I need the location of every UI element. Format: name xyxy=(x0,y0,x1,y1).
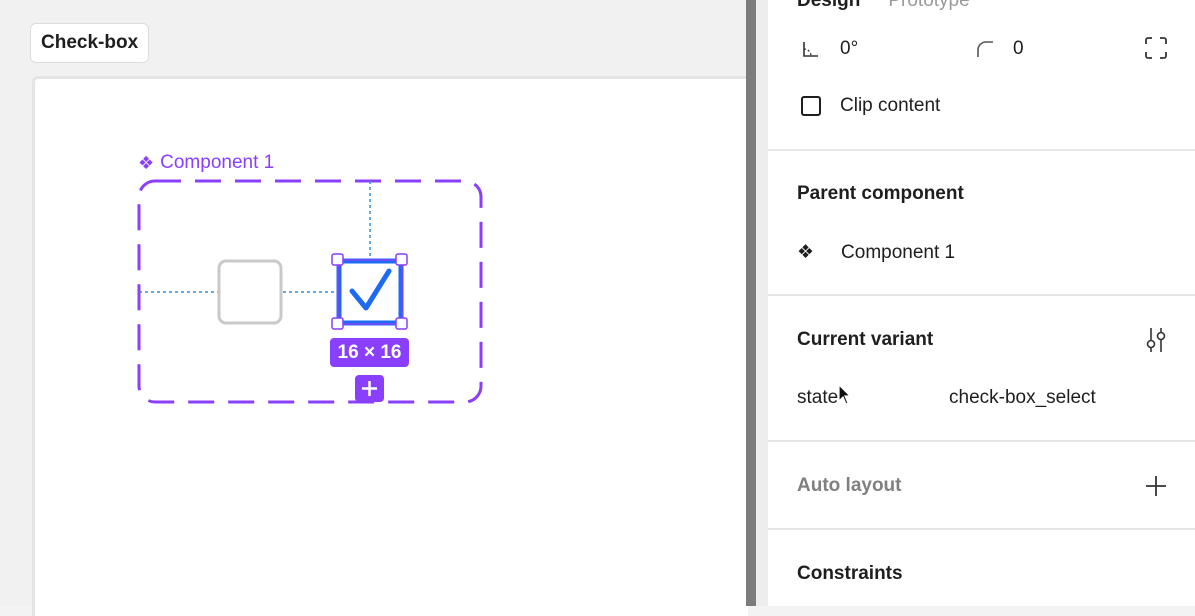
independent-corners-button[interactable] xyxy=(1145,37,1167,59)
variant-property-dropdown[interactable]: check-box_select xyxy=(949,387,1096,409)
corner-radius-icon xyxy=(977,41,993,57)
parent-component-name: Component 1 xyxy=(841,241,956,263)
panel-edge xyxy=(756,0,768,606)
variant-property-row: state xyxy=(797,387,838,409)
component-set-graphics xyxy=(137,179,483,404)
variant-property-value: check-box_select xyxy=(949,387,1096,408)
rotation-icon xyxy=(803,42,818,57)
plus-icon xyxy=(362,381,377,396)
section-divider xyxy=(768,440,1195,442)
auto-layout-title: Auto layout xyxy=(797,475,902,496)
checkbox-selected-variant xyxy=(336,258,404,326)
section-divider xyxy=(768,149,1195,151)
corner-radius-value: 0 xyxy=(1013,38,1024,59)
tab-prototype[interactable]: Prototype xyxy=(888,0,969,12)
variant-property-name: state xyxy=(797,387,839,408)
resize-handle-bl xyxy=(331,317,344,330)
plus-icon xyxy=(1146,476,1166,496)
section-divider xyxy=(768,294,1195,296)
panel-tabs: Design Prototype xyxy=(797,0,970,12)
canvas[interactable]: Check-box ❖ Component 1 16 × 16 xyxy=(0,0,748,616)
rotation-value: 0° xyxy=(840,38,859,59)
resize-handle-br xyxy=(395,317,408,330)
mouse-cursor-icon xyxy=(838,384,851,405)
clip-content-label: Clip content xyxy=(840,95,941,116)
clip-content-checkbox[interactable] xyxy=(801,96,821,116)
variant-settings-button[interactable] xyxy=(1144,326,1168,354)
parent-component-link[interactable]: ❖ Component 1 xyxy=(797,241,955,264)
current-variant-title: Current variant xyxy=(797,329,934,350)
add-variant-button[interactable] xyxy=(355,375,384,402)
canvas-scrollbar[interactable] xyxy=(746,0,756,606)
clip-content-row[interactable]: Clip content xyxy=(801,95,940,117)
adjust-icon xyxy=(1146,328,1166,352)
size-badge: 16 × 16 xyxy=(330,338,409,367)
checkbox-default-variant xyxy=(217,259,283,325)
constraints-title: Constraints xyxy=(797,563,903,584)
properties-panel: Design Prototype 0° 0 Clip content Paren… xyxy=(768,0,1195,606)
independent-corners-icon xyxy=(1145,37,1167,59)
rotation-field[interactable]: 0° xyxy=(801,38,858,60)
tab-design[interactable]: Design xyxy=(797,0,860,12)
component-icon: ❖ xyxy=(797,242,815,263)
corner-radius-field[interactable]: 0 xyxy=(976,38,1024,60)
section-divider xyxy=(768,528,1195,530)
resize-handle-tr xyxy=(395,253,408,266)
resize-handle-tl xyxy=(331,253,344,266)
add-auto-layout-button[interactable] xyxy=(1145,475,1167,497)
parent-component-title: Parent component xyxy=(797,183,964,204)
